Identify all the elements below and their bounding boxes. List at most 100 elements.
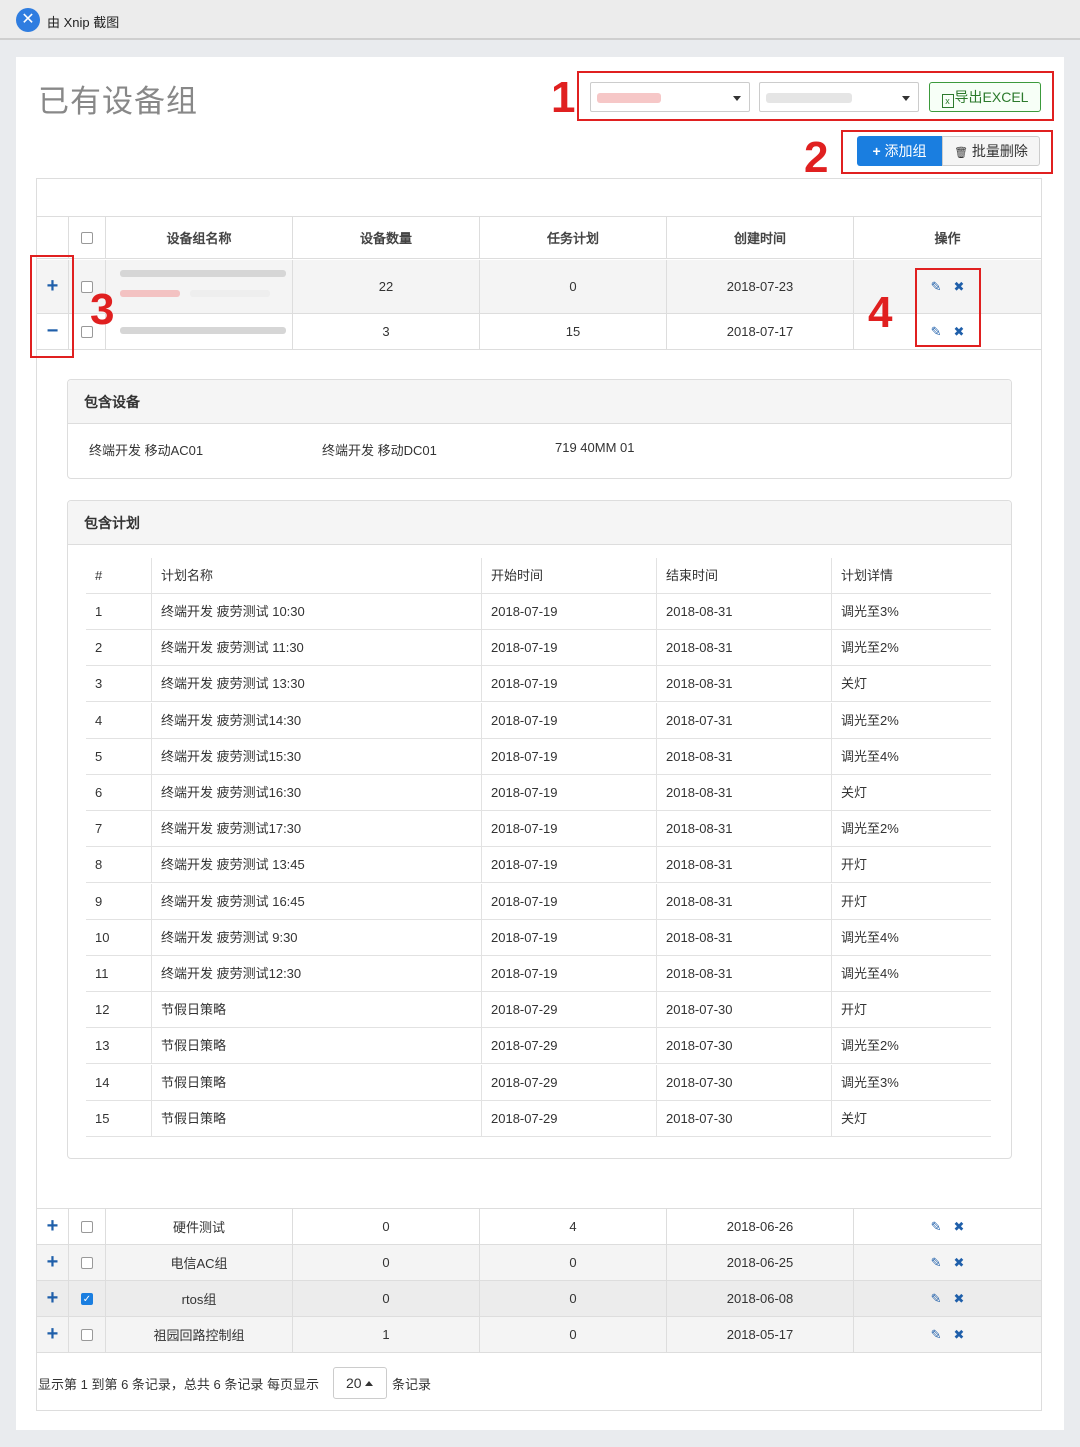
task-plan-cell: 0 <box>480 1317 667 1352</box>
plan-detail: 关灯 <box>831 775 991 811</box>
filter-select-1[interactable] <box>590 82 750 112</box>
plan-row: 5 终端开发 疲劳测试15:30 2018-07-19 2018-08-31 调光至4% <box>86 738 991 775</box>
task-plan-cell: 0 <box>480 1281 667 1316</box>
plan-row: 2 终端开发 疲劳测试 11:30 2018-07-19 2018-08-31 调光至2… <box>86 630 991 667</box>
header-created-time[interactable]: 创建时间 <box>667 217 854 258</box>
plan-index: 1 <box>95 604 103 619</box>
annotation-number-1: 1 <box>551 73 576 122</box>
redacted-name <box>120 270 286 277</box>
plan-start: 2018-07-19 <box>481 738 656 775</box>
row-checkbox[interactable] <box>81 1256 93 1269</box>
header-task-plan[interactable]: 任务计划 <box>480 217 667 258</box>
plan-row: 4 终端开发 疲劳测试14:30 2018-07-19 2018-07-31 调光至2% <box>86 702 991 739</box>
plan-index: 3 <box>95 676 103 692</box>
device-count-cell: 1 <box>293 1317 480 1352</box>
batch-delete-button[interactable]: 🗑 批量删除 <box>942 136 1040 166</box>
plan-start: 2018-07-19 <box>481 666 656 703</box>
row-actions: ✎ ✖ <box>854 1209 1041 1244</box>
annotation-number-2: 2 <box>804 133 829 182</box>
group-name-cell[interactable] <box>106 314 293 349</box>
edit-pencil-icon[interactable]: ✎ <box>931 1291 942 1307</box>
plan-start: 2018-07-19 <box>481 919 656 956</box>
plan-row: 3 终端开发 疲劳测试 13:30 2018-07-19 2018-08-31 关灯 <box>86 666 991 703</box>
plan-detail: 调光至4% <box>831 919 991 956</box>
plan-index: 7 <box>95 821 103 837</box>
device-item: 终端开发 移动AC01 <box>89 443 204 458</box>
plan-detail: 关灯 <box>831 666 991 703</box>
plan-detail: 关灯 <box>831 1100 991 1137</box>
header-actions: 操作 <box>934 231 961 246</box>
row-actions: ✎ ✖ <box>854 1281 1041 1316</box>
plan-name: 节假日策略 <box>151 1028 481 1065</box>
plan-detail: 调光至3% <box>831 1064 991 1101</box>
table-row-selected: + ✓ rtos组 0 0 2018-06-08 ✎ ✖ <box>37 1281 1041 1317</box>
select-all-checkbox[interactable] <box>81 231 93 244</box>
plan-start: 2018-07-19 <box>481 775 656 811</box>
plan-start: 2018-07-19 <box>481 811 656 848</box>
device-count-cell: 22 <box>293 260 480 313</box>
expand-plus-icon[interactable]: + <box>47 1251 59 1274</box>
plan-end: 2018-08-31 <box>656 775 831 811</box>
group-name-cell[interactable]: rtos组 <box>106 1281 293 1316</box>
group-name-cell[interactable] <box>106 260 293 313</box>
expand-plus-icon[interactable]: + <box>47 1323 59 1346</box>
table-row: + 硬件测试 0 4 2018-06-26 ✎ ✖ <box>37 1208 1041 1245</box>
plan-row: 7 终端开发 疲劳测试17:30 2018-07-19 2018-08-31 调光至2% <box>86 811 991 848</box>
created-time-cell: 2018-07-23 <box>667 260 854 313</box>
delete-x-icon[interactable]: ✖ <box>954 1219 965 1235</box>
group-name-cell[interactable]: 祖园回路控制组 <box>106 1317 293 1352</box>
group-name-cell[interactable]: 硬件测试 <box>106 1209 293 1244</box>
plan-table: # 计划名称 开始时间 结束时间 计划详情 1 终端开发 疲劳测试 10:30 20… <box>86 558 991 1138</box>
blurred-value <box>766 93 852 103</box>
plan-name: 终端开发 疲劳测试 16:45 <box>151 883 481 920</box>
created-time-cell: 2018-06-25 <box>667 1245 854 1280</box>
page-size-select[interactable]: 20 <box>333 1367 387 1399</box>
plan-name: 终端开发 疲劳测试 13:30 <box>151 666 481 703</box>
edit-pencil-icon[interactable]: ✎ <box>931 1255 942 1271</box>
plan-name: 终端开发 疲劳测试 11:30 <box>151 630 481 667</box>
plan-detail: 调光至3% <box>831 594 991 630</box>
header-device-count[interactable]: 设备数量 <box>293 217 480 258</box>
row-checkbox[interactable] <box>81 1328 93 1341</box>
plan-start: 2018-07-19 <box>481 702 656 739</box>
plan-end: 2018-08-31 <box>656 811 831 848</box>
plan-row: 10 终端开发 疲劳测试 9:30 2018-07-19 2018-08-31 调光至4… <box>86 919 991 956</box>
edit-pencil-icon[interactable]: ✎ <box>931 1219 942 1235</box>
plan-start: 2018-07-19 <box>481 630 656 667</box>
created-time-cell: 2018-06-26 <box>667 1209 854 1244</box>
caret-up-icon <box>364 1381 373 1386</box>
annotation-number-4: 4 <box>868 288 893 337</box>
expand-plus-icon[interactable]: + <box>47 1287 59 1310</box>
plan-row: 12 节假日策略 2018-07-29 2018-07-30 开灯 <box>86 992 991 1029</box>
row-checkbox[interactable] <box>81 1220 93 1233</box>
row-checkbox-checked[interactable]: ✓ <box>81 1292 93 1305</box>
add-group-button[interactable]: + 添加组 <box>857 136 942 166</box>
plan-end: 2018-08-31 <box>656 630 831 667</box>
edit-pencil-icon[interactable]: ✎ <box>931 1327 942 1343</box>
delete-x-icon[interactable]: ✖ <box>954 1255 965 1271</box>
filter-select-2[interactable] <box>759 82 919 112</box>
plan-name: 节假日策略 <box>151 1064 481 1101</box>
group-name-cell[interactable]: 电信AC组 <box>106 1245 293 1280</box>
export-excel-button[interactable]: x 导出EXCEL <box>929 82 1041 112</box>
plan-index: 5 <box>95 748 103 764</box>
expand-plus-icon[interactable]: + <box>47 1215 59 1238</box>
header-group-name[interactable]: 设备组名称 <box>106 217 293 258</box>
device-item: 719 40MM 01 <box>555 440 635 455</box>
plan-start: 2018-07-29 <box>481 1028 656 1065</box>
table-row: + 电信AC组 0 0 2018-06-25 ✎ ✖ <box>37 1245 1041 1281</box>
row-actions: ✎ ✖ <box>854 1245 1041 1280</box>
plan-detail: 调光至4% <box>831 738 991 775</box>
window-titlebar: ✕ 由 Xnip 截图 <box>0 0 1080 40</box>
delete-x-icon[interactable]: ✖ <box>954 1291 965 1307</box>
delete-x-icon[interactable]: ✖ <box>954 1327 965 1343</box>
task-plan-cell: 4 <box>480 1209 667 1244</box>
plan-end: 2018-07-30 <box>656 1100 831 1137</box>
plan-end: 2018-07-31 <box>656 702 831 739</box>
plan-row: 14 节假日策略 2018-07-29 2018-07-30 调光至3% <box>86 1064 991 1101</box>
redacted-name <box>120 290 180 297</box>
page-title: 已有设备组 <box>38 84 198 119</box>
included-devices-panel: 包含设备 终端开发 移动AC01 终端开发 移动DC01 719 40MM 01 <box>67 379 1012 479</box>
table-row: + 祖园回路控制组 1 0 2018-05-17 ✎ ✖ <box>37 1317 1041 1353</box>
plan-row: 15 节假日策略 2018-07-29 2018-07-30 关灯 <box>86 1100 991 1137</box>
